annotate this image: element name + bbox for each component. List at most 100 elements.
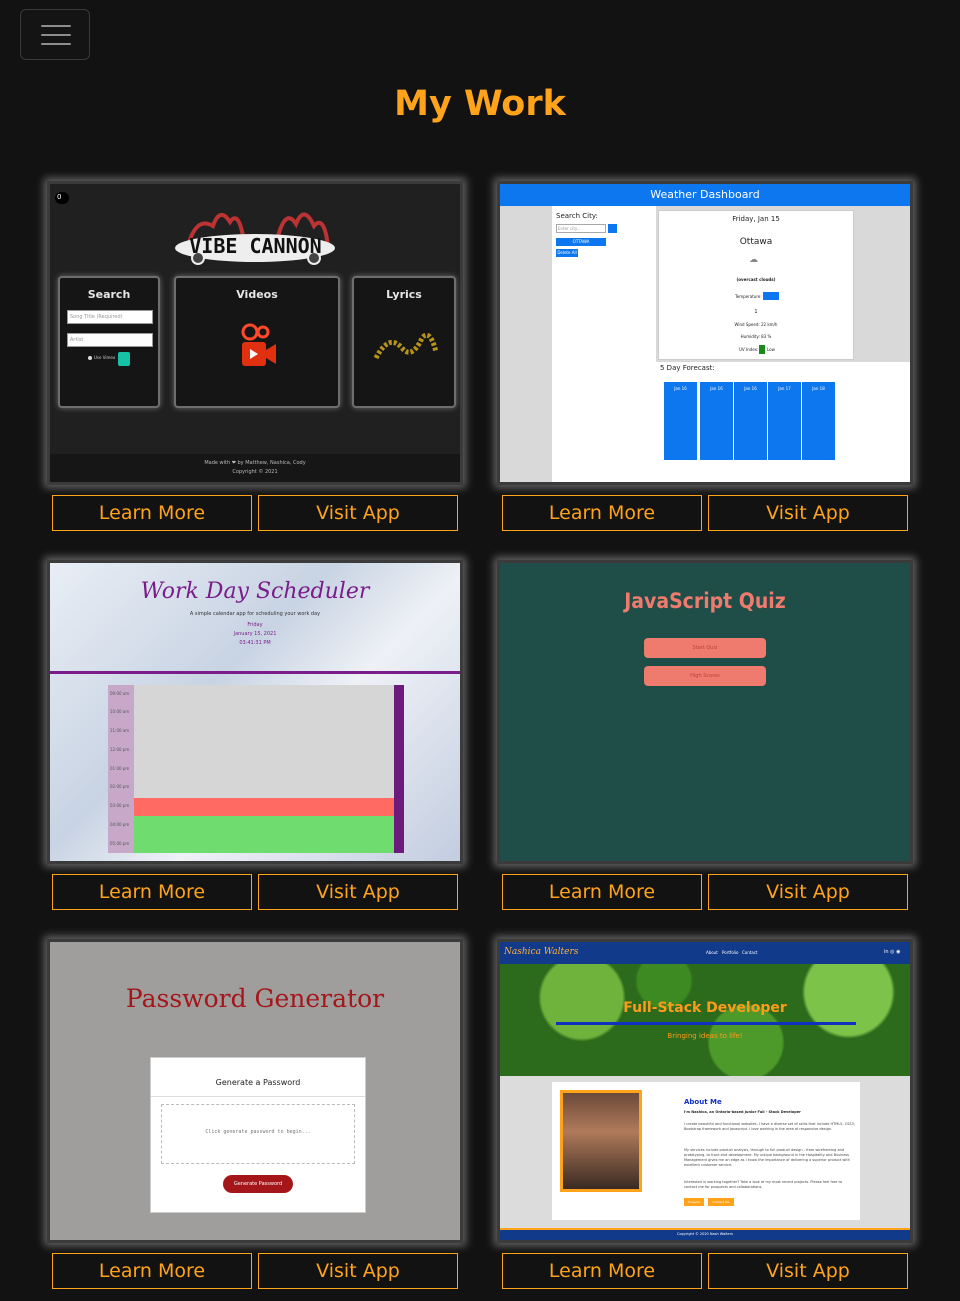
learn-more-button[interactable]: Learn More [502, 874, 702, 910]
current-hour-block [134, 798, 396, 816]
hamburger-menu-icon [41, 34, 71, 36]
nav-portfolio[interactable]: Portfolio [722, 950, 738, 955]
navbar-toggle-button[interactable] [20, 9, 90, 60]
panel-title: Search [87, 288, 131, 301]
vimeo-checkbox[interactable] [88, 356, 92, 360]
brand-name: Nashica Walters [504, 947, 579, 957]
learn-more-button[interactable]: Learn More [52, 495, 252, 531]
temperature-value: 1 [754, 309, 758, 315]
toggle-label: 0 [57, 193, 62, 201]
scheduler-title: Work Day Scheduler [140, 579, 370, 604]
artist-input[interactable]: Artist [67, 333, 153, 347]
city-search-input[interactable]: Enter city... [556, 224, 606, 233]
wind-speed: Wind Speed: 22 km/h [734, 322, 778, 327]
project-screenshot[interactable]: 0 VIBE CANNON Search Song Title (Require… [47, 181, 463, 485]
projects-button[interactable]: Projects [684, 1198, 704, 1206]
hour-label: 10:00 am [110, 709, 130, 714]
page-title: My Work [394, 84, 566, 124]
forecast-day: Jan 16 [664, 382, 697, 460]
card-title: Generate a Password [215, 1078, 301, 1087]
hamburger-menu-icon [41, 25, 71, 27]
hero-title: Full-Stack Developer [623, 1000, 787, 1016]
current-date: Friday, Jan 15 [732, 215, 780, 223]
learn-more-button[interactable]: Learn More [52, 1253, 252, 1289]
about-title: About Me [684, 1098, 722, 1106]
hour-label: 12:00 pm [110, 747, 130, 752]
password-title: Password Generator [125, 984, 385, 1013]
history-item[interactable]: OTTAWA [556, 238, 606, 246]
quiz-title: JavaScript Quiz [624, 589, 786, 613]
project-screenshot[interactable]: Password Generator Generate a Password C… [47, 939, 463, 1243]
song-title-input[interactable]: Song Title (Required) [67, 310, 153, 324]
uv-level: Low [767, 347, 775, 352]
footer-copyright: Copyright © 2020 Nash Walters [677, 1232, 733, 1236]
hour-label: 09:00 am [110, 691, 130, 696]
hamburger-menu-icon [41, 43, 71, 45]
project-screenshot[interactable]: Nashica Walters About Portfolio Contact … [497, 939, 913, 1243]
hero-underline [556, 1022, 856, 1025]
past-hours-block [134, 685, 396, 798]
social-icons[interactable]: in ◎ ◉ [884, 949, 900, 955]
start-quiz-button[interactable]: Start Quiz [644, 638, 766, 658]
search-sidebar: Search City: Enter city... OTTAWA Delete… [552, 206, 656, 482]
forecast-date: Jan 16 [710, 386, 723, 391]
project-screenshot[interactable]: Work Day Scheduler A simple calendar app… [47, 560, 463, 864]
learn-more-button[interactable]: Learn More [52, 874, 252, 910]
password-output[interactable]: Click generate password to begin... [161, 1104, 355, 1164]
forecast-date: Jan 18 [812, 386, 825, 391]
search-panel: Search Song Title (Required) Artist Use … [58, 276, 160, 408]
city-name: Ottawa [739, 237, 773, 247]
current-weather-card: Friday, Jan 15 Ottawa ☁ (overcast clouds… [658, 210, 854, 360]
lyrics-sparkle-icon [374, 332, 438, 360]
weather-header: Weather Dashboard [500, 184, 910, 206]
search-icon[interactable] [118, 352, 130, 366]
scheduler-subtitle: A simple calendar app for scheduling you… [189, 611, 321, 617]
hour-label: 11:00 am [110, 728, 130, 733]
videos-panel: Videos [174, 276, 340, 408]
visit-app-button[interactable]: Visit App [258, 1253, 458, 1289]
about-card: About Me I'm Nashica, an Ontario-based J… [552, 1082, 860, 1220]
forecast-day: Jan 16 [700, 382, 733, 460]
visit-app-button[interactable]: Visit App [708, 1253, 908, 1289]
uv-label: UV Index: [739, 347, 759, 352]
password-card: Generate a Password Click generate passw… [150, 1057, 366, 1213]
weather-condition: (overcast clouds) [736, 277, 776, 282]
forecast-date: Jan 16 [674, 386, 687, 391]
password-placeholder: Click generate password to begin... [205, 1129, 311, 1135]
contact-button[interactable]: Contact Me [708, 1198, 734, 1206]
visit-app-button[interactable]: Visit App [258, 874, 458, 910]
lyrics-panel: Lyrics [352, 276, 456, 408]
project-screenshot[interactable]: Weather Dashboard Search City: Enter cit… [497, 181, 913, 485]
forecast-day: Jan 16 [734, 382, 767, 460]
future-hours-block [134, 816, 396, 853]
temperature-label: Temperature: [735, 294, 762, 299]
forecast-title: 5 Day Forecast: [660, 364, 715, 372]
profile-photo [560, 1090, 642, 1192]
hour-label: 02:00 pm [110, 784, 130, 789]
high-scores-button[interactable]: High Scores [644, 666, 766, 686]
uv-indicator [759, 345, 765, 354]
about-intro: I'm Nashica, an Ontario-based Junior Ful… [684, 1110, 801, 1114]
learn-more-button[interactable]: Learn More [502, 495, 702, 531]
video-camera-icon [241, 323, 276, 366]
cloud-icon: ☁ [749, 255, 758, 265]
nav-about[interactable]: About [706, 950, 718, 955]
visit-app-button[interactable]: Visit App [708, 874, 908, 910]
generate-password-button[interactable]: Generate Password [223, 1175, 293, 1193]
visit-app-button[interactable]: Visit App [708, 495, 908, 531]
unit-toggle[interactable] [763, 292, 779, 300]
search-icon[interactable] [608, 224, 617, 233]
visit-app-button[interactable]: Visit App [258, 495, 458, 531]
panel-title: Videos [236, 288, 278, 301]
hero-subtitle: Bringing ideas to life! [667, 1032, 743, 1040]
footer: Made with ❤ by Matthew, Nashica, Cody Co… [50, 454, 460, 482]
about-paragraph: Interested in working together? Take a l… [684, 1180, 843, 1189]
nav-contact[interactable]: Contact [742, 950, 758, 955]
learn-more-button[interactable]: Learn More [502, 1253, 702, 1289]
forecast-date: Jan 17 [778, 386, 791, 391]
footer-copyright: Copyright © 2021 [232, 469, 278, 475]
project-screenshot[interactable]: JavaScript Quiz Start Quiz High Scores [497, 560, 913, 864]
scheduler-day: Friday [247, 622, 263, 628]
footer-credit: Made with ❤ by Matthew, Nashica, Cody [204, 460, 306, 466]
delete-all-button[interactable]: Delete All [556, 249, 578, 257]
